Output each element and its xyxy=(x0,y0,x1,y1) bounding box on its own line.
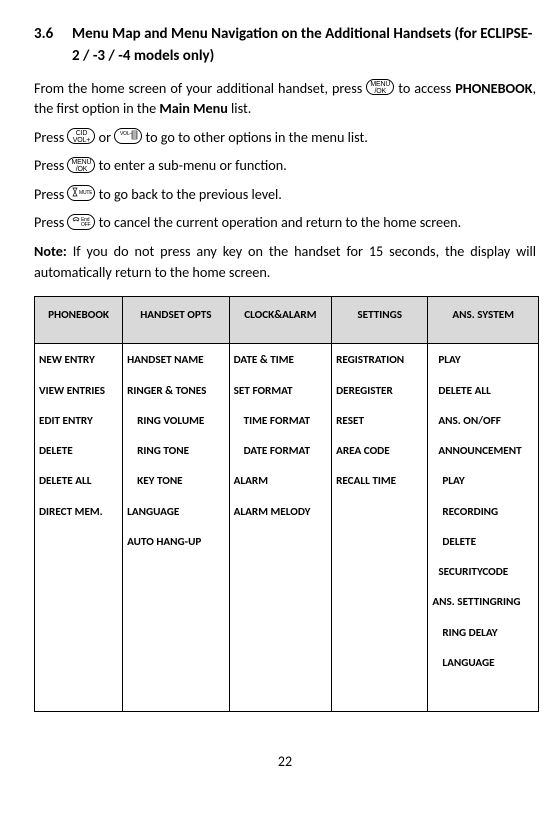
instruction-1: From the home screen of your additional … xyxy=(34,78,536,119)
table-cell: NEW ENTRY VIEW ENTRIES EDIT ENTRY DELETE DEL… xyxy=(35,344,123,712)
menu-item: HANDSET NAME xyxy=(127,352,225,368)
note-label: Note: xyxy=(34,242,67,260)
menu-item: DELETE xyxy=(432,534,534,550)
menu-item: NEW ENTRY xyxy=(39,352,118,368)
section-title: Menu Map and Menu Navigation on the Addi… xyxy=(72,24,536,68)
section-number: 3.6 xyxy=(34,24,72,68)
menu-item: DELETE ALL xyxy=(39,473,118,489)
menu-item: DELETE ALL xyxy=(432,383,534,399)
menu-item: AUTO HANG-UP xyxy=(127,534,225,550)
menu-item: RING VOLUME xyxy=(127,413,225,429)
menu-item: ALARM MELODY xyxy=(234,504,327,520)
page-number: 22 xyxy=(34,752,536,772)
menu-item: RINGER & TONES xyxy=(127,383,225,399)
menu-item: RESET xyxy=(336,413,423,429)
svg-text:VOL−: VOL− xyxy=(120,131,132,137)
vol-down-key-icon: VOL− xyxy=(114,128,142,144)
menu-item: DEREGISTER xyxy=(336,383,423,399)
menu-item: LANGUAGE xyxy=(432,655,534,671)
menu-item: KEY TONE xyxy=(127,473,225,489)
instruction-4: Press MUTE to go back to the previous le… xyxy=(34,184,536,205)
table-header-row: PHONEBOOK HANDSET OPTS CLOCK&ALARM SETTI… xyxy=(35,297,539,344)
note-paragraph: Note: If you do not press any key on the… xyxy=(34,241,536,282)
menu-ok-key-icon-2: MENU/OK xyxy=(67,157,95,173)
menu-item: VIEW ENTRIES xyxy=(39,383,118,399)
menu-item: DIRECT MEM. xyxy=(39,504,118,520)
menu-item: REGISTRATION xyxy=(336,352,423,368)
menu-item: ANS. ON/OFF xyxy=(432,413,534,429)
col-header: PHONEBOOK xyxy=(35,297,123,344)
instruction-2: Press CIDVOL+ or VOL− to go to other opt… xyxy=(34,127,536,148)
end-off-key-icon: EndOFF xyxy=(67,214,95,230)
menu-ok-key-icon: MENU/OK xyxy=(366,79,394,95)
menu-item: DATE & TIME xyxy=(234,352,327,368)
menu-item: ALARM xyxy=(234,473,327,489)
menu-item: TIME FORMAT xyxy=(234,413,327,429)
menu-map-table: PHONEBOOK HANDSET OPTS CLOCK&ALARM SETTI… xyxy=(34,296,539,712)
table-body-row: NEW ENTRY VIEW ENTRIES EDIT ENTRY DELETE DEL… xyxy=(35,344,539,712)
svg-text:MUTE: MUTE xyxy=(79,190,92,196)
menu-item: RECORDING xyxy=(432,504,534,520)
table-cell: PLAY DELETE ALL ANS. ON/OFF ANNOUNCEMENT PLA… xyxy=(428,344,539,712)
menu-item: RING TONE xyxy=(127,443,225,459)
menu-item: ANS. SETTINGRING xyxy=(432,594,534,610)
section-heading: 3.6 Menu Map and Menu Navigation on the … xyxy=(34,24,536,68)
mainmenu-label: Main Menu xyxy=(159,99,227,117)
col-header: HANDSET OPTS xyxy=(123,297,230,344)
menu-item: PLAY xyxy=(432,473,534,489)
menu-item: ANNOUNCEMENT xyxy=(432,443,534,459)
menu-item: SET FORMAT xyxy=(234,383,327,399)
table-cell: DATE & TIME SET FORMAT TIME FORMAT DATE FOR… xyxy=(229,344,331,712)
menu-item: RECALL TIME xyxy=(336,473,423,489)
menu-item: PLAY xyxy=(432,352,534,368)
instruction-3: Press MENU/OK to enter a sub-menu or fun… xyxy=(34,155,536,176)
menu-item: EDIT ENTRY xyxy=(39,413,118,429)
menu-item: RING DELAY xyxy=(432,625,534,641)
menu-item: LANGUAGE xyxy=(127,504,225,520)
mute-key-icon: MUTE xyxy=(67,185,95,201)
table-cell: HANDSET NAME RINGER & TONES RING VOLUME RIN… xyxy=(123,344,230,712)
vol-up-key-icon: CIDVOL+ xyxy=(67,128,95,144)
col-header: CLOCK&ALARM xyxy=(229,297,331,344)
instruction-5: Press EndOFF to cancel the current opera… xyxy=(34,212,536,233)
menu-item: AREA CODE xyxy=(336,443,423,459)
menu-item: SECURITYCODE xyxy=(432,564,534,580)
phonebook-label: PHONEBOOK xyxy=(455,79,532,97)
col-header: ANS. SYSTEM xyxy=(428,297,539,344)
menu-item: DELETE xyxy=(39,443,118,459)
table-cell: REGISTRATION DEREGISTER RESET AREA CODE RECA… xyxy=(332,344,428,712)
svg-text:OFF: OFF xyxy=(81,222,91,227)
menu-item: DATE FORMAT xyxy=(234,443,327,459)
col-header: SETTINGS xyxy=(332,297,428,344)
